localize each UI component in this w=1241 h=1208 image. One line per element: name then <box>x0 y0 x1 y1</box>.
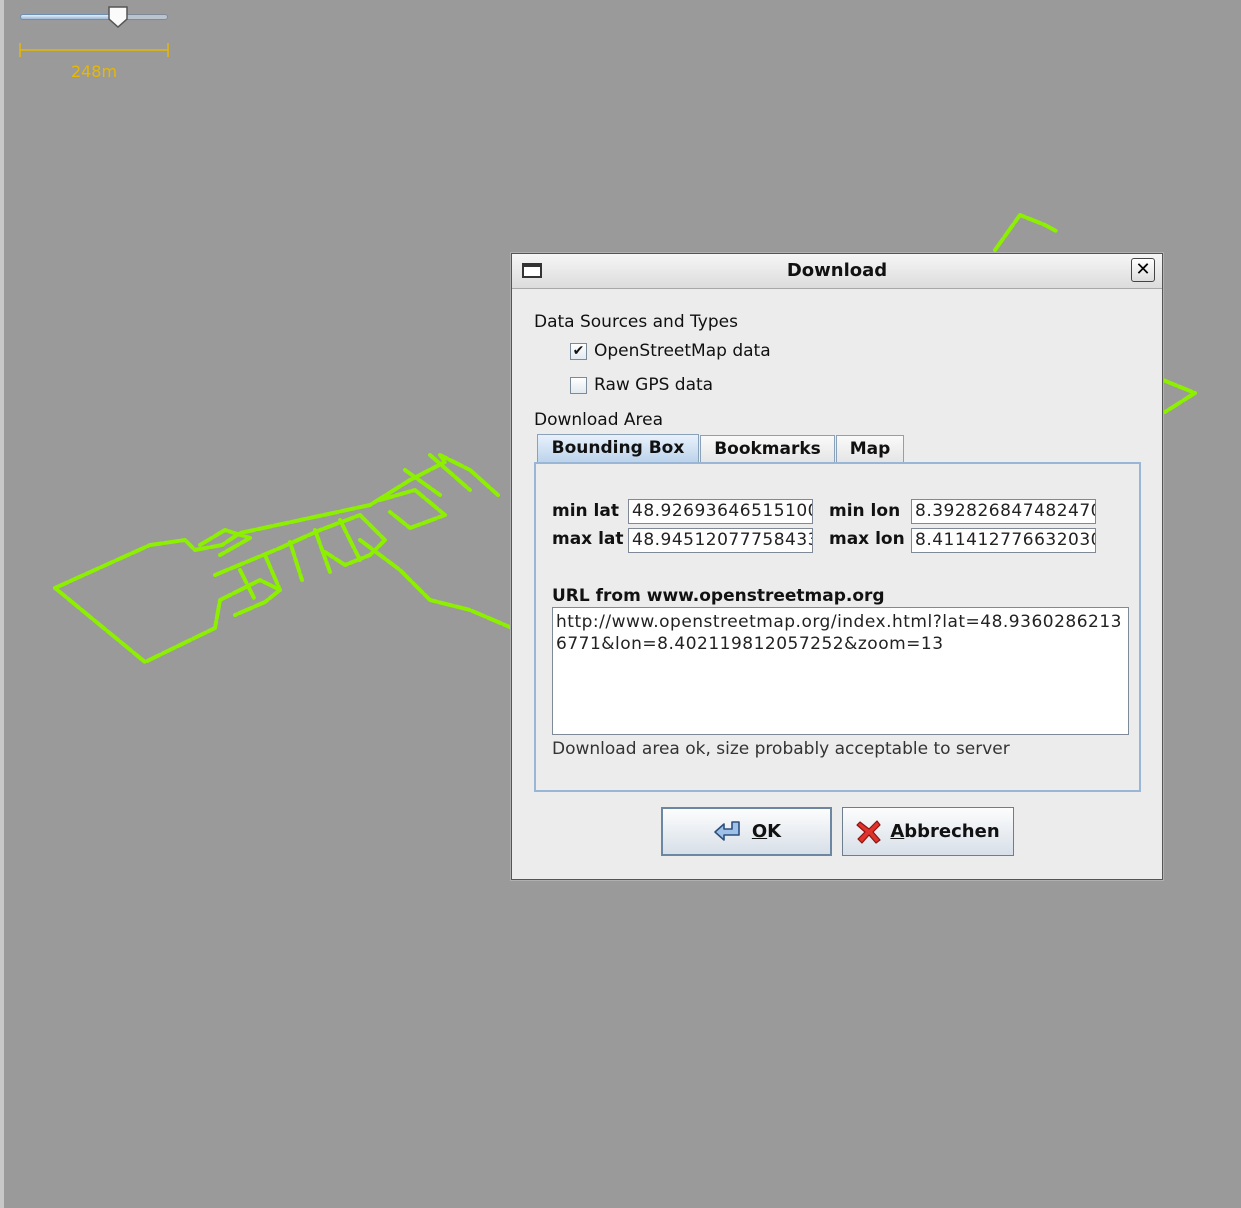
gps-track <box>378 488 447 530</box>
dialog-titlebar[interactable]: Download ✕ <box>512 254 1162 289</box>
min-lon-label: min lon <box>829 501 901 521</box>
zoom-slider-thumb[interactable] <box>107 6 129 28</box>
tab-bookmarks[interactable]: Bookmarks <box>700 435 835 463</box>
min-lon-field[interactable]: 8.392826847482470 <box>911 499 1096 524</box>
cancel-label: bbrechen <box>904 821 1000 842</box>
bounding-box-panel: min lat 48.92693646515100 min lon 8.3928… <box>534 462 1141 792</box>
max-lon-field[interactable]: 8.411412776632030 <box>911 528 1096 553</box>
gps-track <box>1161 378 1197 414</box>
download-area-heading: Download Area <box>534 410 664 430</box>
zoom-slider-fill <box>20 14 118 20</box>
close-button[interactable]: ✕ <box>1131 258 1155 282</box>
gps-track <box>358 538 514 630</box>
tab-bounding-box[interactable]: Bounding Box <box>537 434 699 464</box>
ok-button[interactable]: OK <box>661 807 832 856</box>
cancel-button[interactable]: Abbrechen <box>842 807 1014 856</box>
size-status-text: Download area ok, size probably acceptab… <box>552 739 1010 759</box>
download-dialog: Download ✕ Data Sources and Types ✔ Open… <box>511 253 1163 880</box>
gps-data-label[interactable]: Raw GPS data <box>594 375 713 395</box>
max-lon-label: max lon <box>829 529 905 549</box>
gps-track <box>53 578 282 664</box>
gps-data-checkbox[interactable] <box>570 376 587 394</box>
ok-label: K <box>767 821 782 842</box>
osm-data-label[interactable]: OpenStreetMap data <box>594 341 771 361</box>
url-label: URL from www.openstreetmap.org <box>552 586 885 606</box>
scale-label: 248m <box>70 62 118 81</box>
cancel-x-icon <box>856 819 881 844</box>
tab-map[interactable]: Map <box>836 435 904 463</box>
close-icon: ✕ <box>1135 259 1151 280</box>
gps-track <box>238 518 362 602</box>
zoom-slider[interactable] <box>20 6 168 28</box>
min-lat-field[interactable]: 48.92693646515100 <box>628 499 813 524</box>
scale-bar <box>19 43 169 57</box>
dialog-title: Download <box>786 260 888 281</box>
cancel-mnemonic: A <box>890 821 905 842</box>
osm-data-option[interactable]: ✔ OpenStreetMap data <box>570 340 771 362</box>
data-sources-heading: Data Sources and Types <box>534 312 738 332</box>
url-textarea[interactable]: http://www.openstreetmap.org/index.html?… <box>552 607 1129 735</box>
gps-data-option[interactable]: Raw GPS data <box>570 374 713 396</box>
max-lat-field[interactable]: 48.94512077758433 <box>628 528 813 553</box>
enter-arrow-icon <box>714 820 740 841</box>
max-lat-label: max lat <box>552 529 624 549</box>
gps-track <box>993 213 1060 252</box>
min-lat-label: min lat <box>552 501 619 521</box>
ok-mnemonic: O <box>751 821 768 842</box>
osm-data-checkbox[interactable]: ✔ <box>570 342 587 360</box>
